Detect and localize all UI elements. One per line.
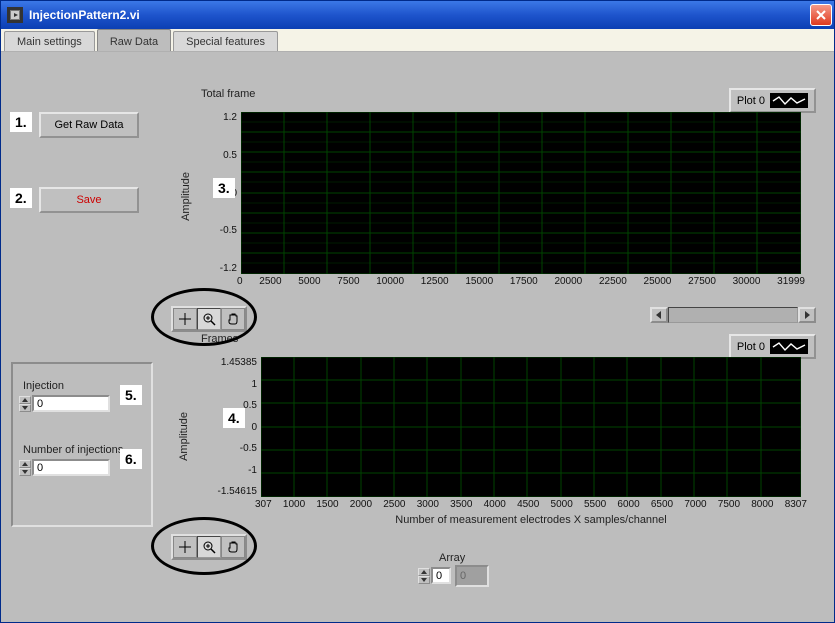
label-array: Array [439,552,465,564]
chart1-title: Total frame [197,88,819,100]
scroll-left-icon[interactable] [650,307,668,323]
chart2-xlabel: Number of measurement electrodes X sampl… [261,514,801,526]
input-array-index[interactable] [431,567,451,584]
close-button[interactable] [810,4,832,26]
spinner-down-icon[interactable] [19,468,31,476]
label-injection: Injection [23,380,64,392]
array-index [418,567,451,584]
spinner-injection[interactable] [19,396,31,412]
tab-special-features[interactable]: Special features [173,31,278,51]
crosshair-tool-icon[interactable] [173,308,197,330]
chart1-palette [171,306,247,332]
chart2-legend-text: Plot 0 [737,341,765,353]
spinner-up-icon[interactable] [19,396,31,404]
scroll-right-icon[interactable] [798,307,816,323]
spinner-down-icon[interactable] [418,576,430,584]
callout-2: 2. [10,188,32,208]
callout-1: 1. [10,112,32,132]
zoom-tool-icon[interactable] [197,536,221,558]
chart2-legend[interactable]: Plot 0 [729,334,816,359]
save-button[interactable]: Save [39,187,139,213]
callout-5: 5. [120,385,142,405]
chart1-ylabel: Amplitude [180,172,192,221]
window-title: InjectionPattern2.vi [29,8,810,22]
crosshair-tool-icon[interactable] [173,536,197,558]
field-injection [19,395,110,412]
pan-tool-icon[interactable] [221,536,245,558]
chart1-legend[interactable]: Plot 0 [729,88,816,113]
chart1-scroll [650,307,816,323]
tab-raw-data[interactable]: Raw Data [97,29,171,51]
chart2-palette [171,534,247,560]
display-array-value [455,565,489,587]
spinner-num-injections[interactable] [19,460,31,476]
label-num-injections: Number of injections [23,444,123,456]
input-num-injections[interactable] [32,459,110,476]
titlebar[interactable]: InjectionPattern2.vi [1,1,834,29]
get-raw-data-button[interactable]: Get Raw Data [39,112,139,138]
tab-bar: Main settings Raw Data Special features [1,29,834,52]
pan-tool-icon[interactable] [221,308,245,330]
callout-6: 6. [120,449,142,469]
field-num-injections [19,459,110,476]
input-injection[interactable] [32,395,110,412]
chart2-title: Frames [197,333,819,345]
callout-3: 3. [213,178,235,198]
array-value [455,565,489,587]
chart1-legend-text: Plot 0 [737,95,765,107]
chart1-legend-swatch [770,93,808,108]
callout-4: 4. [223,408,245,428]
chart-total-frame: Total frame [197,88,819,102]
chart2-x-axis: 3071000150020002500300035004000450050005… [255,499,807,510]
tab-main-settings[interactable]: Main settings [4,31,95,51]
spinner-up-icon[interactable] [418,568,430,576]
chart2-ylabel: Amplitude [178,412,190,461]
chart-frames: Frames [197,333,819,347]
app-icon [7,7,23,23]
chart2-legend-swatch [770,339,808,354]
chart1-x-axis: 0250050007500100001250015000175002000022… [237,276,805,287]
app-window: InjectionPattern2.vi Main settings Raw D… [0,0,835,623]
content-area: Get Raw Data Save Injection Number of in… [1,52,834,622]
spinner-array-index[interactable] [418,568,430,584]
chart2-surface[interactable] [261,357,801,497]
chart1-surface[interactable] [241,112,801,274]
spinner-down-icon[interactable] [19,404,31,412]
zoom-tool-icon[interactable] [197,308,221,330]
spinner-up-icon[interactable] [19,460,31,468]
